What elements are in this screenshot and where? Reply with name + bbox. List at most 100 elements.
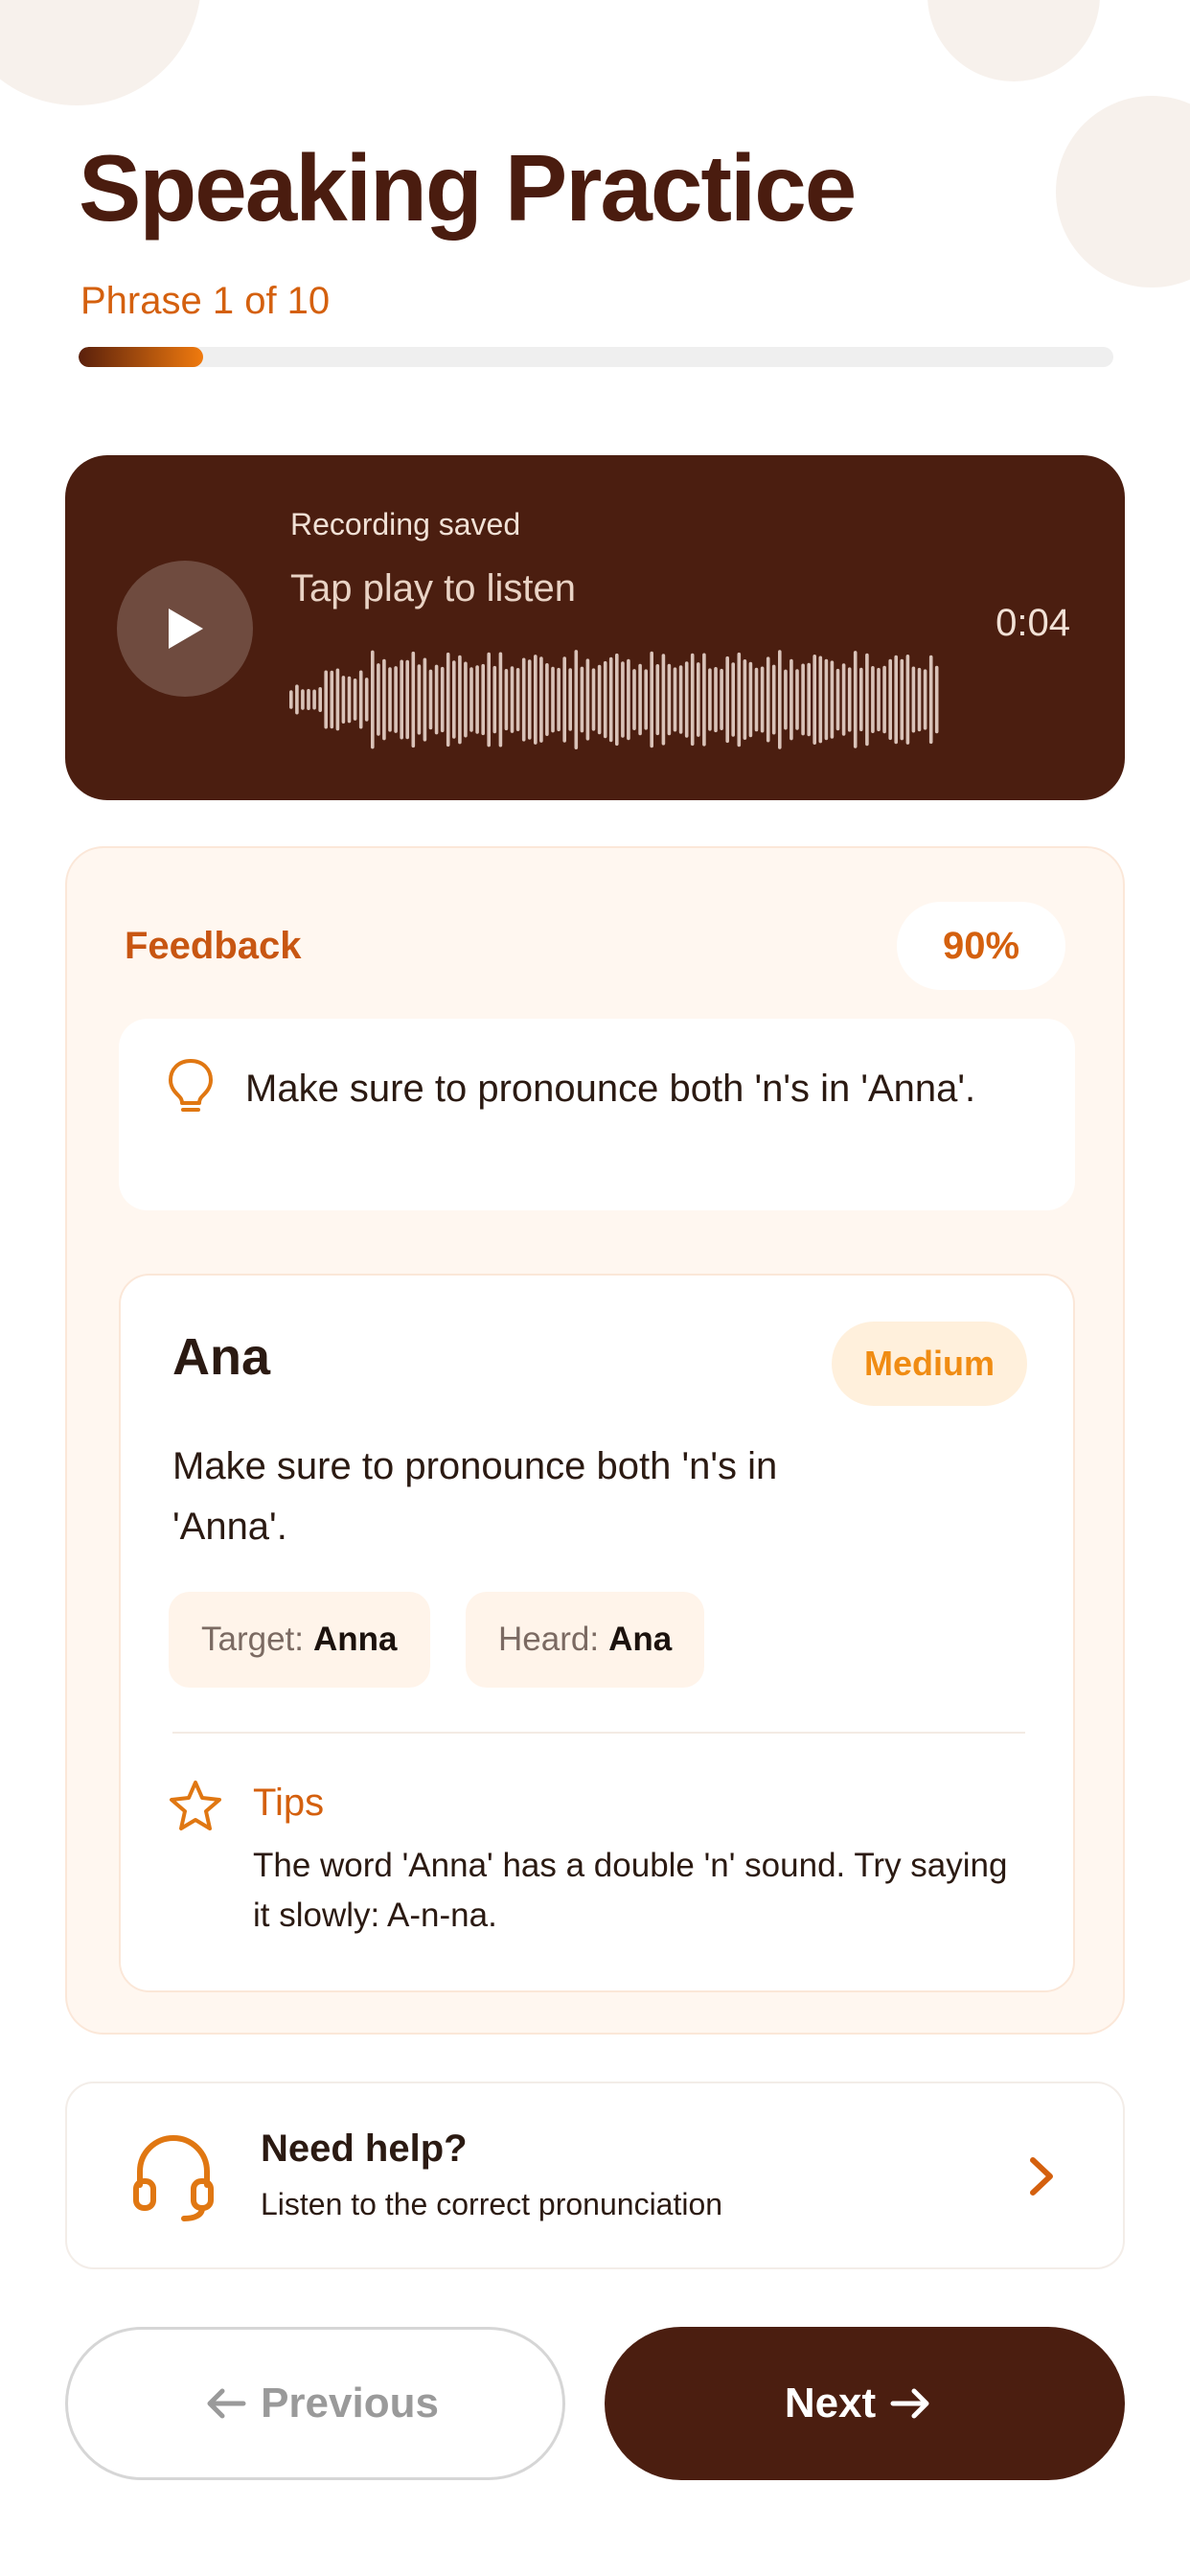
- waveform-bar: [859, 667, 863, 732]
- waveform-bar: [434, 664, 439, 735]
- waveform-bar: [835, 668, 840, 731]
- waveform-bar: [882, 665, 886, 734]
- waveform-bar: [341, 676, 346, 724]
- waveform-bar: [382, 658, 386, 741]
- waveform-bar: [364, 678, 369, 722]
- waveform-bar: [510, 666, 515, 733]
- waveform-bar: [545, 663, 549, 736]
- decor-bubble: [927, 0, 1100, 81]
- waveform-bar: [603, 660, 607, 739]
- waveform-bar: [714, 667, 718, 733]
- card-divider: [172, 1732, 1025, 1734]
- target-label: Target:: [201, 1621, 304, 1658]
- waveform-bar: [697, 662, 700, 737]
- waveform-bar: [847, 667, 852, 732]
- help-card[interactable]: Need help? Listen to the correct pronunc…: [65, 2082, 1125, 2269]
- waveform-bar: [923, 669, 927, 730]
- heard-value: Ana: [608, 1621, 673, 1658]
- next-label: Next: [784, 2380, 877, 2426]
- waveform-bar: [423, 657, 427, 742]
- chevron-right-icon: [1030, 2157, 1053, 2196]
- waveform-bar: [871, 666, 875, 733]
- waveform-bar: [650, 651, 653, 748]
- play-button[interactable]: [117, 561, 253, 697]
- waveform-bar: [301, 689, 305, 710]
- waveform-bar: [417, 664, 422, 735]
- tips-text: The word 'Anna' has a double 'n' sound. …: [253, 1847, 1008, 1934]
- waveform-bar: [824, 658, 829, 741]
- waveform-bar: [492, 665, 497, 734]
- waveform-bar: [335, 668, 340, 731]
- waveform-bar: [638, 663, 642, 736]
- waveform-bar: [324, 670, 328, 729]
- waveform-bar: [289, 690, 293, 709]
- waveform-bar: [458, 655, 462, 745]
- previous-label: Previous: [261, 2380, 439, 2426]
- waveform-bar: [725, 656, 729, 744]
- waveform-bar: [452, 660, 456, 739]
- waveform-bar: [627, 658, 630, 741]
- waveform-bar: [644, 669, 648, 730]
- feedback-hint-box: Make sure to pronounce both 'n's in 'Ann…: [119, 1019, 1075, 1210]
- waveform-bar: [934, 665, 939, 734]
- waveform-bar: [597, 664, 602, 735]
- waveform-bar: [411, 651, 416, 748]
- waveform-bar: [771, 664, 776, 735]
- waveform-bar: [754, 667, 759, 732]
- waveform-bar: [562, 656, 566, 743]
- waveform-bar: [469, 667, 473, 732]
- score-badge: 90%: [897, 902, 1065, 990]
- waveform-bar: [720, 668, 723, 730]
- waveform-bar: [784, 669, 788, 730]
- feedback-panel: Feedback 90% Make sure to pronounce both…: [65, 846, 1125, 2035]
- waveform-bar: [655, 664, 660, 736]
- waveform-bar: [504, 669, 509, 731]
- waveform-bar: [900, 658, 904, 741]
- audio-waveform[interactable]: [289, 637, 941, 762]
- heard-label: Heard:: [498, 1621, 600, 1658]
- waveform-bar: [737, 652, 742, 748]
- waveform-bar: [312, 689, 316, 710]
- waveform-bar: [527, 659, 532, 740]
- help-title: Need help?: [261, 2128, 468, 2170]
- word-feedback-text: Make sure to pronounce both 'n's in 'Ann…: [172, 1445, 778, 1548]
- next-button[interactable]: Next: [605, 2327, 1125, 2480]
- waveform-bar: [551, 666, 555, 733]
- waveform-bar: [690, 653, 695, 747]
- waveform-bar: [615, 653, 619, 747]
- waveform-bar: [684, 661, 689, 738]
- waveform-bar: [877, 667, 881, 732]
- waveform-bar: [318, 687, 322, 712]
- page-title: Speaking Practice: [79, 135, 857, 241]
- waveform-bar: [760, 666, 765, 733]
- star-icon: [170, 1781, 221, 1830]
- waveform-bar: [621, 661, 625, 738]
- waveform-bar: [400, 659, 403, 740]
- tips-title: Tips: [253, 1782, 325, 1824]
- waveform-bar: [678, 665, 683, 734]
- waveform-bar: [574, 650, 579, 749]
- waveform-bar: [841, 663, 846, 736]
- waveform-bar: [428, 669, 433, 730]
- waveform-bar: [731, 662, 735, 737]
- waveform-bar: [766, 656, 770, 743]
- waveform-bar: [394, 666, 398, 733]
- waveform-bar: [358, 670, 363, 729]
- waveform-bar: [673, 667, 677, 732]
- waveform-bar: [917, 667, 922, 732]
- waveform-bar: [830, 660, 835, 739]
- waveform-bar: [853, 651, 858, 748]
- waveform-bar: [377, 663, 380, 736]
- waveform-bar: [295, 684, 299, 715]
- decor-bubble: [0, 0, 201, 105]
- waveform-bar: [591, 668, 596, 731]
- waveform-bar: [632, 669, 636, 730]
- waveform-bar: [911, 666, 916, 733]
- previous-button[interactable]: Previous: [65, 2327, 565, 2480]
- waveform-bar: [371, 650, 375, 749]
- waveform-bar: [661, 654, 666, 746]
- waveform-bar: [353, 678, 357, 721]
- waveform-bar: [708, 668, 712, 731]
- difficulty-badge: Medium: [832, 1322, 1027, 1406]
- waveform-bar: [481, 663, 485, 736]
